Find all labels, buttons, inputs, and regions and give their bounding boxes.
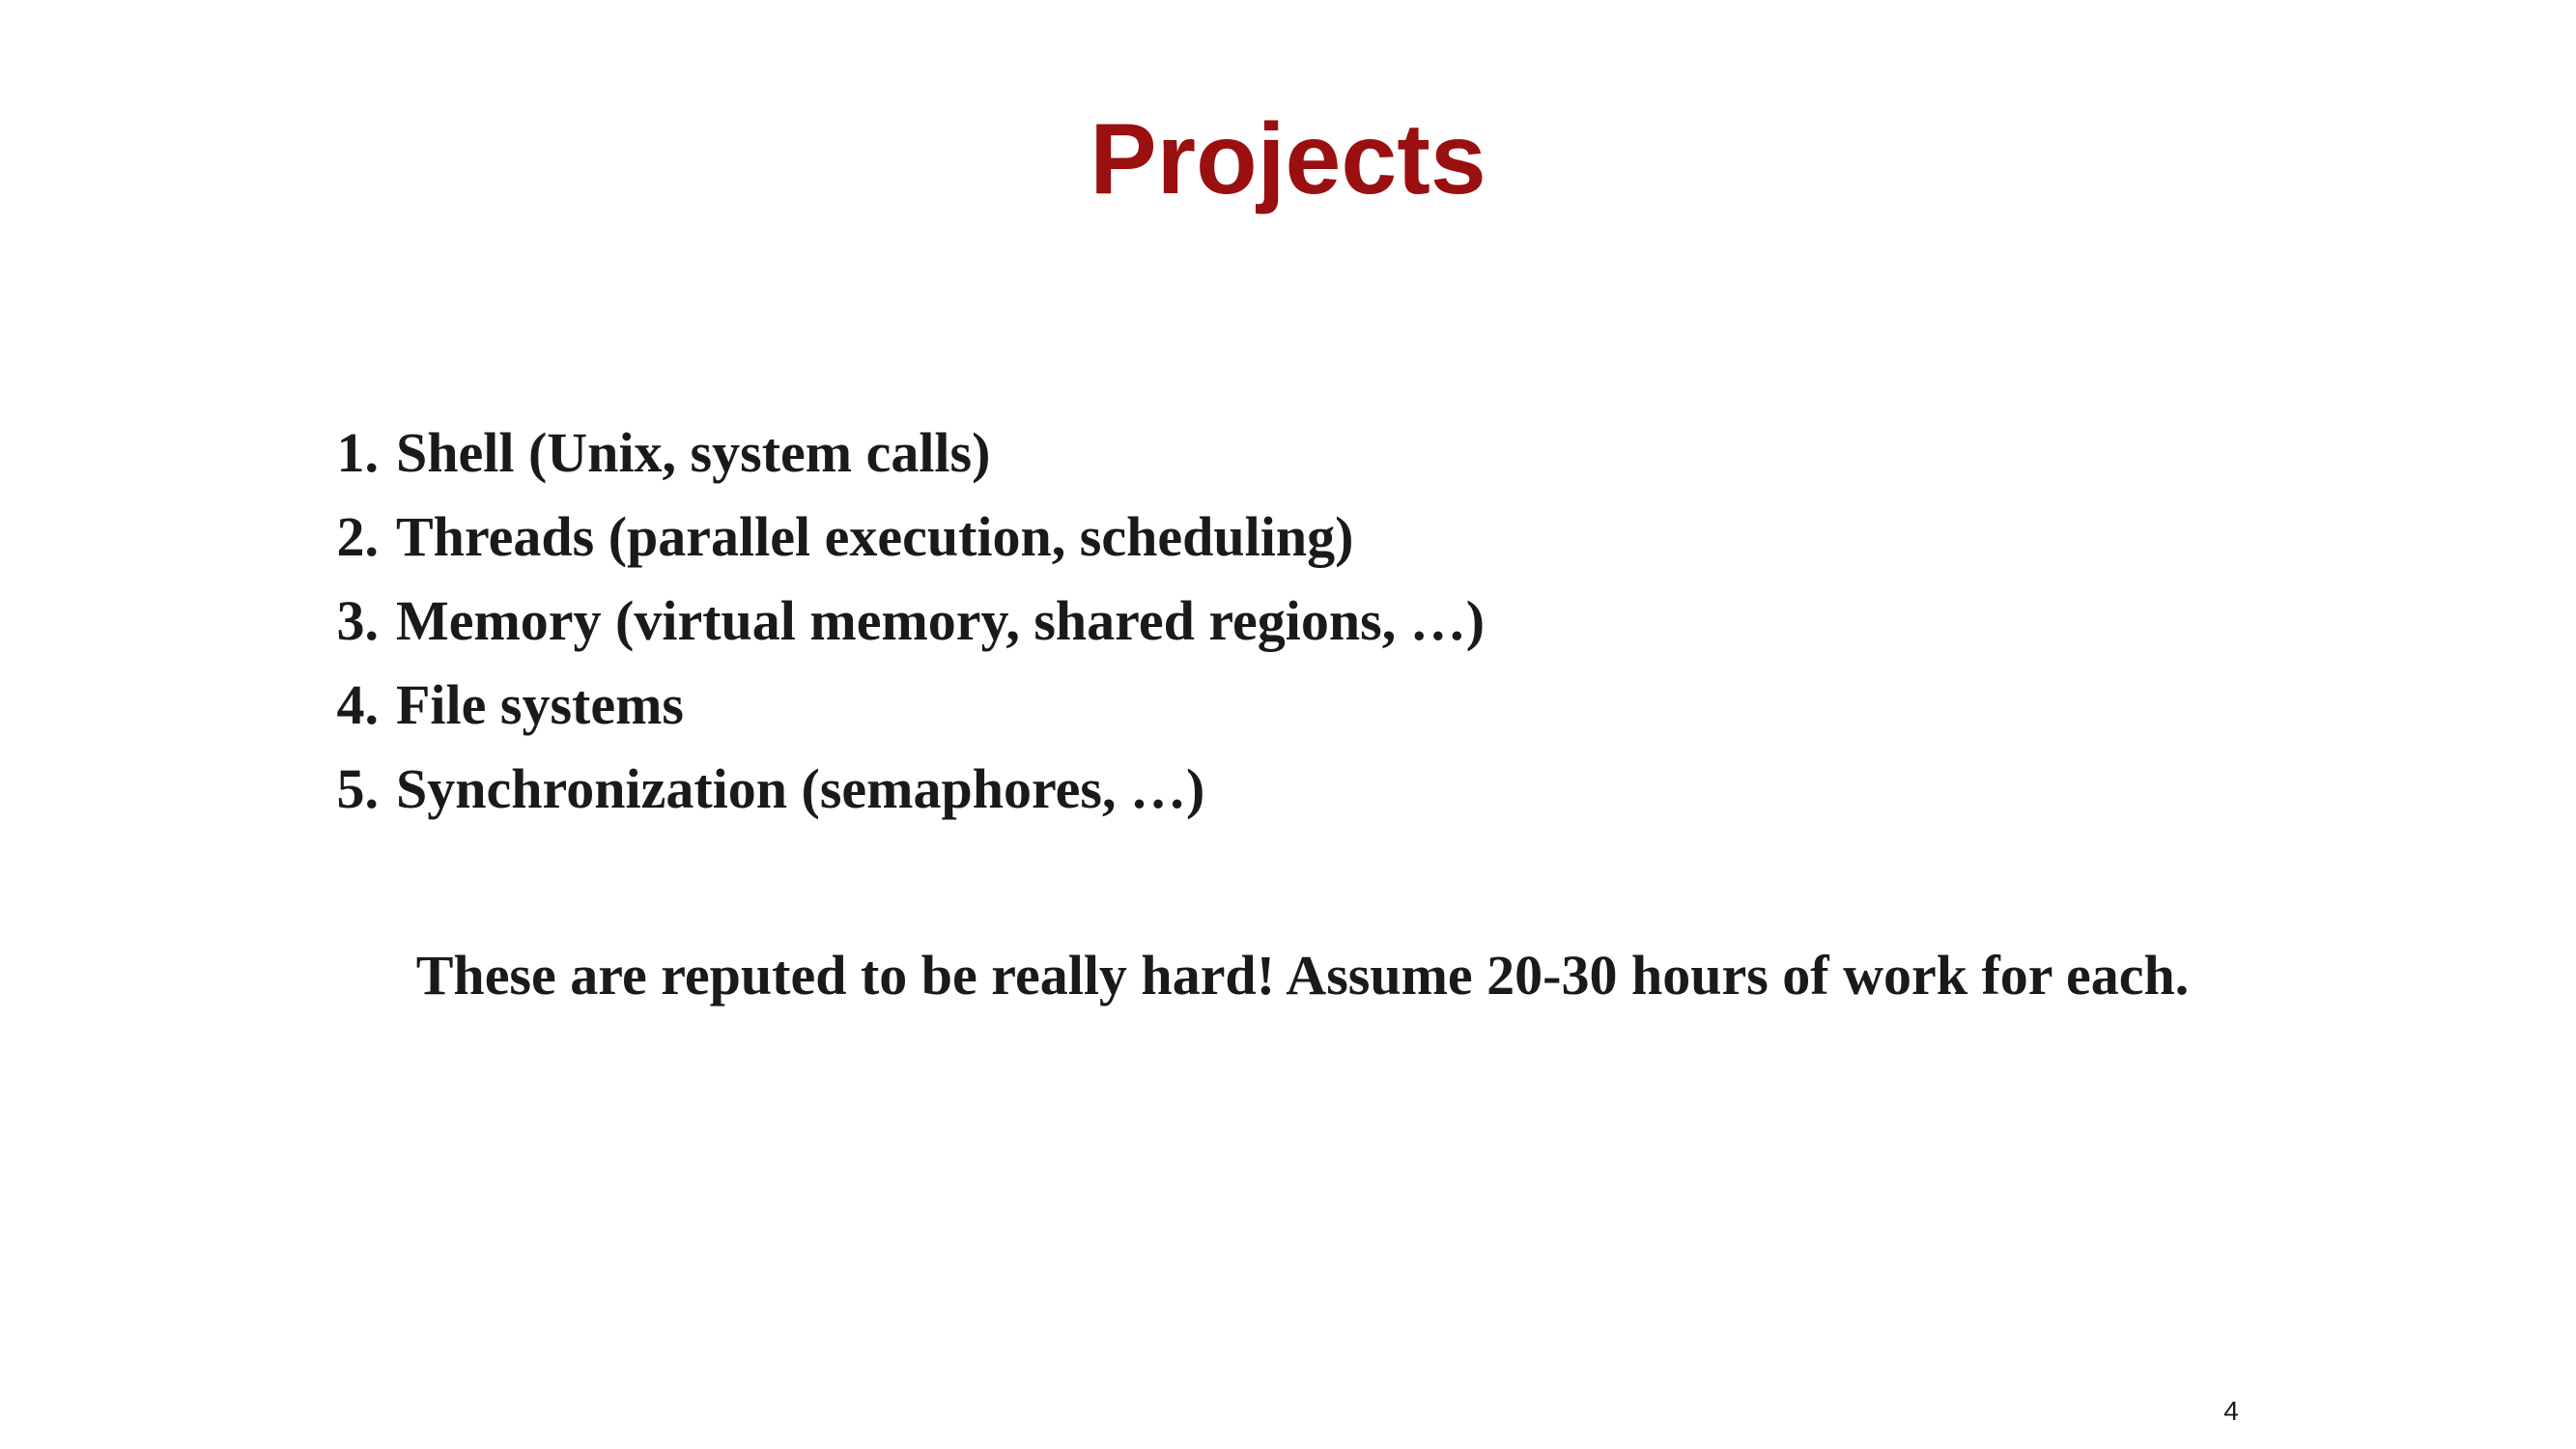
slide: Projects 1. Shell (Unix, system calls) 2… (0, 0, 2576, 1449)
list-item: 4. File systems (299, 663, 1485, 747)
list-item-text: Memory (virtual memory, shared regions, … (396, 589, 1486, 652)
list-item-text: Threads (parallel execution, scheduling) (396, 505, 1354, 568)
list-item: 2. Threads (parallel execution, scheduli… (299, 495, 1485, 579)
slide-title: Projects (1090, 103, 1486, 215)
page-number: 4 (2223, 1396, 2239, 1426)
workload-note: These are reputed to be really hard! Ass… (415, 944, 2190, 1007)
list-item-text: Shell (Unix, system calls) (396, 421, 991, 484)
list-item: 5. Synchronization (semaphores, …) (299, 747, 1485, 831)
list-item: 1. Shell (Unix, system calls) (299, 411, 1485, 495)
list-item-number: 1. (336, 421, 380, 484)
list-item-number: 2. (336, 505, 380, 568)
list-item-text: File systems (396, 673, 684, 736)
list-item-number: 4. (336, 673, 380, 736)
list-item: 3. Memory (virtual memory, shared region… (299, 579, 1486, 663)
project-list: 1. Shell (Unix, system calls) 2. Threads… (299, 411, 1486, 831)
list-item-number: 3. (336, 589, 380, 652)
list-item-number: 5. (336, 757, 380, 820)
list-item-text: Synchronization (semaphores, …) (396, 757, 1205, 820)
